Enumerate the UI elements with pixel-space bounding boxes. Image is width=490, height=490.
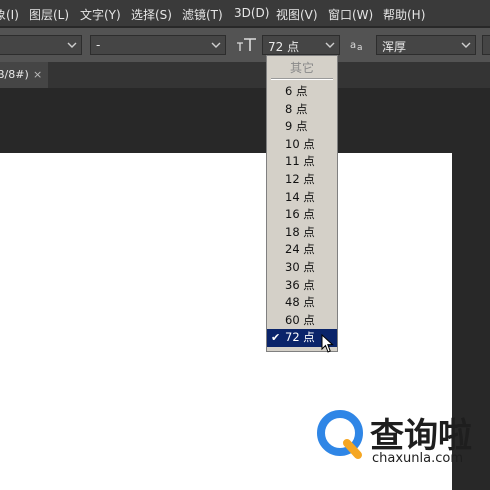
options-bar: - 72 点 a a 浑厚 bbox=[0, 28, 490, 62]
option-18pt[interactable]: 18 点 bbox=[267, 224, 337, 242]
option-36pt[interactable]: 36 点 bbox=[267, 277, 337, 295]
font-style-value: - bbox=[96, 38, 101, 52]
menu-image[interactable]: 象(I) bbox=[0, 6, 19, 23]
font-size-dropdown: 其它 6 点 8 点 9 点 10 点 11 点 12 点 14 点 16 点 … bbox=[266, 55, 338, 352]
chevron-down-icon bbox=[325, 42, 335, 48]
option-12pt[interactable]: 12 点 bbox=[267, 171, 337, 189]
option-11pt[interactable]: 11 点 bbox=[267, 153, 337, 171]
mouse-cursor-icon bbox=[321, 334, 334, 353]
chevron-down-icon bbox=[211, 42, 221, 48]
menu-select[interactable]: 选择(S) bbox=[131, 6, 172, 23]
option-16pt[interactable]: 16 点 bbox=[267, 206, 337, 224]
option-6pt[interactable]: 6 点 bbox=[267, 83, 337, 101]
option-8pt[interactable]: 8 点 bbox=[267, 101, 337, 119]
svg-text:a: a bbox=[357, 43, 363, 52]
option-60pt[interactable]: 60 点 bbox=[267, 312, 337, 330]
document-tab-strip: B/8#) × bbox=[0, 62, 490, 88]
font-style-select[interactable]: - bbox=[90, 35, 226, 55]
watermark-title: 查询啦 bbox=[370, 416, 472, 456]
menu-window[interactable]: 窗口(W) bbox=[328, 6, 373, 23]
option-24pt[interactable]: 24 点 bbox=[267, 241, 337, 259]
menu-type[interactable]: 文字(Y) bbox=[80, 6, 121, 23]
close-icon[interactable]: × bbox=[33, 68, 42, 81]
watermark-logo: 查询啦 chaxunla.com bbox=[314, 405, 484, 469]
menu-bar: 象(I) 图层(L) 文字(Y) 选择(S) 滤镜(T) 3D(D) 视图(V)… bbox=[0, 0, 490, 26]
watermark-url: chaxunla.com bbox=[372, 451, 463, 466]
option-10pt[interactable]: 10 点 bbox=[267, 136, 337, 154]
antialias-value: 浑厚 bbox=[382, 40, 407, 54]
option-48pt[interactable]: 48 点 bbox=[267, 294, 337, 312]
menu-layer[interactable]: 图层(L) bbox=[29, 6, 69, 23]
option-30pt[interactable]: 30 点 bbox=[267, 259, 337, 277]
aa-icon: a a bbox=[350, 40, 363, 52]
menu-filter[interactable]: 滤镜(T) bbox=[182, 6, 223, 23]
menu-help[interactable]: 帮助(H) bbox=[383, 6, 425, 23]
dropdown-header: 其它 bbox=[289, 61, 314, 75]
dropdown-separator bbox=[271, 78, 333, 80]
magnifier-logo-icon bbox=[317, 410, 363, 459]
font-size-options: 6 点 8 点 9 点 10 点 11 点 12 点 14 点 16 点 18 … bbox=[267, 83, 337, 347]
document-tab[interactable]: B/8#) × bbox=[0, 62, 48, 88]
document-tab-title: B/8#) bbox=[0, 68, 29, 81]
antialias-select[interactable]: 浑厚 bbox=[376, 35, 476, 55]
font-family-select[interactable] bbox=[0, 35, 82, 55]
font-size-icon bbox=[237, 38, 256, 51]
font-size-select[interactable]: 72 点 bbox=[262, 35, 340, 55]
chevron-down-icon bbox=[67, 42, 77, 48]
text-align-button[interactable] bbox=[482, 35, 490, 55]
menu-view[interactable]: 视图(V) bbox=[276, 6, 318, 23]
option-72pt-label: 72 点 bbox=[285, 330, 315, 345]
option-9pt[interactable]: 9 点 bbox=[267, 118, 337, 136]
chevron-down-icon bbox=[461, 42, 471, 48]
menu-3d[interactable]: 3D(D) bbox=[234, 6, 269, 20]
font-size-value: 72 点 bbox=[268, 40, 300, 54]
check-icon: ✔ bbox=[271, 331, 281, 345]
svg-text:a: a bbox=[350, 40, 356, 51]
option-14pt[interactable]: 14 点 bbox=[267, 189, 337, 207]
